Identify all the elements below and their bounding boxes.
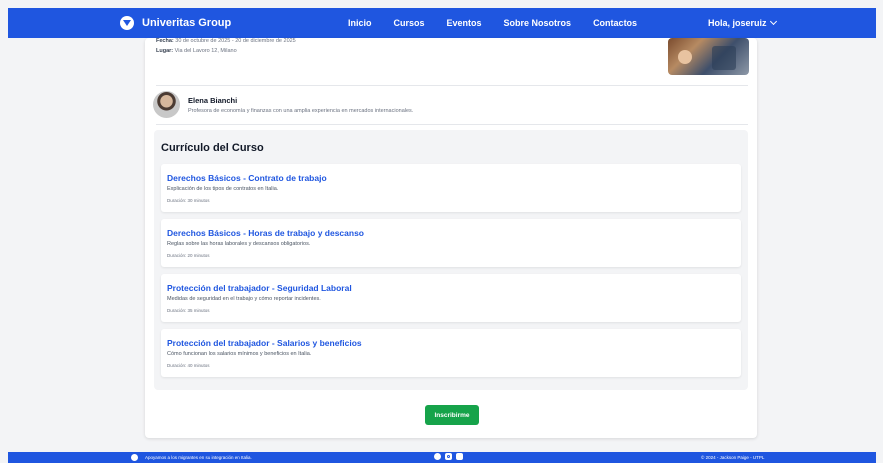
lesson-description: Reglas sobre las horas laborales y desca… <box>167 241 311 247</box>
chevron-down-icon <box>769 17 777 26</box>
lesson-card[interactable]: Derechos Básicos - Contrato de trabajo E… <box>161 164 741 212</box>
location-label: Lugar: <box>156 48 174 54</box>
nav-links: Inicio Cursos Eventos Sobre Nosotros Con… <box>348 18 637 28</box>
course-detail-card: Fecha: 30 de octubre de 2025 - 20 de dic… <box>145 38 757 438</box>
instructor-bio: Profesora de economía y finanzas con una… <box>188 107 414 114</box>
date-value: 30 de octubre de 2025 - 20 de diciembre … <box>175 38 296 44</box>
enroll-button[interactable]: Inscribirme <box>425 405 479 425</box>
instructor-info: Elena Bianchi Profesora de economía y fi… <box>188 96 413 114</box>
lesson-card[interactable]: Derechos Básicos - Horas de trabajo y de… <box>161 219 741 267</box>
footer-copyright: © 2024 - Jackson Paige - UTPL <box>701 455 765 460</box>
brand-logo-icon <box>120 16 134 30</box>
lesson-description: Medidas de seguridad en el trabajo y cóm… <box>167 296 321 302</box>
social-links <box>434 453 463 460</box>
lesson-duration: Duración: 40 minutos <box>167 363 210 368</box>
nav-link-eventos[interactable]: Eventos <box>447 18 482 28</box>
brand-name: Univeritas Group <box>142 17 232 29</box>
curriculum-section: Currículo del Curso Derechos Básicos - C… <box>154 130 748 390</box>
lesson-description: Cómo funcionan los salarios mínimos y be… <box>167 351 312 357</box>
nav-link-contactos[interactable]: Contactos <box>593 18 637 28</box>
linkedin-icon[interactable] <box>456 453 463 460</box>
brand[interactable]: Univeritas Group <box>120 16 231 30</box>
navbar: Univeritas Group Inicio Cursos Eventos S… <box>8 8 876 38</box>
instagram-icon[interactable] <box>445 453 452 460</box>
lesson-card[interactable]: Protección del trabajador - Seguridad La… <box>161 274 741 322</box>
location-value: Via del Lavoro 12, Milano <box>174 48 237 54</box>
footer-tagline: Apoyamos a los migrantes en su integraci… <box>145 455 252 460</box>
course-date: Fecha: 30 de octubre de 2025 - 20 de dic… <box>156 38 296 44</box>
user-menu[interactable]: Hola, joseruiz <box>708 17 777 28</box>
course-image <box>668 38 749 75</box>
instructor-avatar <box>153 91 180 118</box>
nav-link-sobre-nosotros[interactable]: Sobre Nosotros <box>504 18 572 28</box>
lesson-description: Explicación de los tipos de contratos en… <box>167 186 279 192</box>
instructor-section: Elena Bianchi Profesora de economía y fi… <box>153 91 413 118</box>
lesson-title[interactable]: Protección del trabajador - Salarios y b… <box>167 338 735 348</box>
lesson-duration: Duración: 35 minutos <box>167 308 210 313</box>
nav-link-cursos[interactable]: Cursos <box>394 18 425 28</box>
user-greeting: Hola, joseruiz <box>708 18 767 28</box>
facebook-icon[interactable] <box>434 453 441 460</box>
instructor-name: Elena Bianchi <box>188 95 238 105</box>
divider <box>156 124 748 125</box>
nav-link-inicio[interactable]: Inicio <box>348 18 372 28</box>
lesson-duration: Duración: 30 minutos <box>167 198 210 203</box>
footer-logo-icon <box>131 454 138 461</box>
lesson-title[interactable]: Derechos Básicos - Contrato de trabajo <box>167 173 735 183</box>
lesson-title[interactable]: Protección del trabajador - Seguridad La… <box>167 283 735 293</box>
curriculum-title: Currículo del Curso <box>161 142 264 154</box>
footer: Apoyamos a los migrantes en su integraci… <box>8 452 876 463</box>
date-label: Fecha: <box>156 38 174 44</box>
lesson-title[interactable]: Derechos Básicos - Horas de trabajo y de… <box>167 228 735 238</box>
course-location: Lugar: Via del Lavoro 12, Milano <box>156 48 237 54</box>
lesson-card[interactable]: Protección del trabajador - Salarios y b… <box>161 329 741 377</box>
lesson-duration: Duración: 20 minutos <box>167 253 210 258</box>
divider <box>156 85 748 86</box>
